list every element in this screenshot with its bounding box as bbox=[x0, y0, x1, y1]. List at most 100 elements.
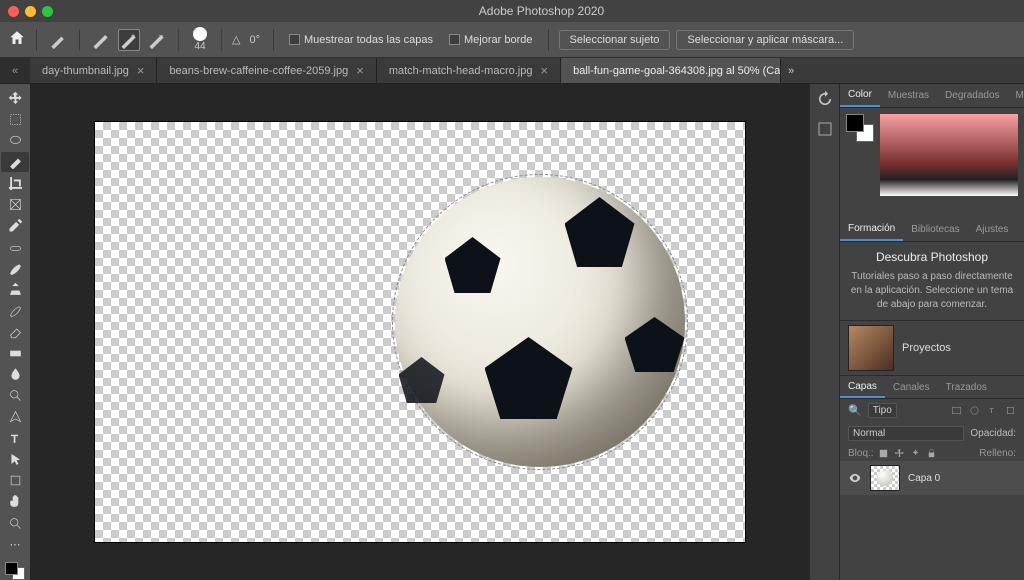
color-panel bbox=[840, 108, 1024, 218]
quick-selection-tool-icon[interactable] bbox=[1, 152, 29, 172]
title-bar: Adobe Photoshop 2020 bbox=[0, 0, 1024, 22]
layer-row[interactable]: Capa 0 bbox=[840, 461, 1024, 495]
filter-type-icon[interactable]: T bbox=[986, 405, 998, 417]
brush-disc-icon bbox=[193, 27, 207, 41]
zoom-tool-icon[interactable] bbox=[1, 513, 29, 533]
lock-pixels-icon[interactable] bbox=[878, 447, 890, 459]
close-icon[interactable]: × bbox=[356, 63, 364, 78]
fill-label: Relleno: bbox=[979, 448, 1016, 459]
select-subject-button[interactable]: Seleccionar sujeto bbox=[559, 30, 671, 50]
separator bbox=[273, 29, 274, 51]
history-panel-icon[interactable] bbox=[816, 90, 834, 108]
type-tool-icon[interactable]: T bbox=[1, 428, 29, 448]
lock-nested-icon[interactable]: ✦ bbox=[910, 447, 922, 459]
enhance-edge-checkbox[interactable]: Mejorar borde bbox=[449, 34, 532, 46]
sample-all-layers-checkbox[interactable]: Muestrear todas las capas bbox=[289, 34, 433, 46]
proyectos-thumb bbox=[848, 325, 894, 371]
filter-adjust-icon[interactable] bbox=[968, 405, 980, 417]
close-window-icon[interactable] bbox=[8, 6, 19, 17]
close-icon[interactable]: × bbox=[137, 63, 145, 78]
tab-color[interactable]: Color bbox=[840, 84, 880, 107]
clone-stamp-tool-icon[interactable] bbox=[1, 279, 29, 299]
panels-column: Color Muestras Degradados Motiv Formació… bbox=[839, 84, 1024, 580]
panel-fg-bg-swatch[interactable] bbox=[846, 114, 874, 142]
document-canvas[interactable] bbox=[95, 122, 745, 542]
eyedropper-tool-icon[interactable] bbox=[1, 216, 29, 236]
blend-mode-select[interactable]: Normal bbox=[848, 426, 964, 441]
add-selection-icon[interactable]: + bbox=[118, 29, 140, 51]
tab-ajustes[interactable]: Ajustes bbox=[968, 218, 1017, 241]
shape-tool-icon[interactable] bbox=[1, 471, 29, 491]
path-selection-tool-icon[interactable] bbox=[1, 449, 29, 469]
dodge-tool-icon[interactable] bbox=[1, 386, 29, 406]
more-tools-icon[interactable]: ⋯ bbox=[1, 534, 29, 554]
collapsed-panel-strip bbox=[809, 84, 839, 580]
blur-tool-icon[interactable] bbox=[1, 364, 29, 384]
frame-tool-icon[interactable] bbox=[1, 194, 29, 214]
tab-degradados[interactable]: Degradados bbox=[937, 84, 1007, 107]
tool-preset-icon[interactable] bbox=[47, 29, 69, 51]
home-icon[interactable] bbox=[8, 29, 26, 50]
hand-tool-icon[interactable] bbox=[1, 492, 29, 512]
doc-tab-0[interactable]: day-thumbnail.jpg× bbox=[30, 58, 157, 83]
tab-capas[interactable]: Capas bbox=[840, 376, 885, 398]
separator bbox=[221, 29, 222, 51]
foreground-color-icon[interactable] bbox=[5, 562, 18, 575]
select-and-mask-button[interactable]: Seleccionar y aplicar máscara... bbox=[676, 30, 854, 50]
filter-shape-icon[interactable] bbox=[1004, 405, 1016, 417]
proyectos-row[interactable]: Proyectos bbox=[840, 320, 1024, 375]
close-icon[interactable]: × bbox=[540, 63, 548, 78]
app-title: Adobe Photoshop 2020 bbox=[59, 4, 1024, 18]
learn-body: Tutoriales paso a paso directamente en l… bbox=[848, 270, 1016, 312]
properties-panel-icon[interactable] bbox=[816, 120, 834, 138]
lock-position-icon[interactable] bbox=[894, 447, 906, 459]
svg-text:+: + bbox=[131, 30, 136, 40]
svg-text:T: T bbox=[11, 433, 18, 445]
layer-name[interactable]: Capa 0 bbox=[908, 473, 940, 484]
history-brush-tool-icon[interactable] bbox=[1, 301, 29, 321]
minimize-window-icon[interactable] bbox=[25, 6, 36, 17]
move-tool-icon[interactable] bbox=[1, 88, 29, 108]
new-selection-icon[interactable] bbox=[90, 29, 112, 51]
brush-preview[interactable]: 44 bbox=[193, 27, 207, 52]
visibility-eye-icon[interactable] bbox=[848, 471, 862, 485]
tab-bibliotecas[interactable]: Bibliotecas bbox=[903, 218, 967, 241]
separator bbox=[178, 29, 179, 51]
filter-image-icon[interactable] bbox=[950, 405, 962, 417]
angle-icon: △ bbox=[232, 33, 240, 46]
pen-tool-icon[interactable] bbox=[1, 407, 29, 427]
toolbox: T ⋯ bbox=[0, 84, 30, 580]
soccer-ball-image bbox=[395, 177, 685, 467]
eraser-tool-icon[interactable] bbox=[1, 322, 29, 342]
color-swatches[interactable] bbox=[5, 562, 25, 580]
layer-thumbnail[interactable] bbox=[870, 465, 900, 491]
maximize-window-icon[interactable] bbox=[42, 6, 53, 17]
healing-brush-tool-icon[interactable] bbox=[1, 237, 29, 257]
lasso-tool-icon[interactable] bbox=[1, 131, 29, 151]
lock-all-icon[interactable] bbox=[926, 447, 938, 459]
doc-tab-3[interactable]: ball-fun-game-goal-364308.jpg al 50% (Ca… bbox=[561, 58, 781, 83]
color-spectrum[interactable] bbox=[880, 114, 1018, 196]
subtract-selection-icon[interactable]: − bbox=[146, 29, 168, 51]
gradient-tool-icon[interactable] bbox=[1, 343, 29, 363]
tab-muestras[interactable]: Muestras bbox=[880, 84, 937, 107]
filter-type-select[interactable]: Tipo bbox=[868, 403, 897, 418]
tab-formacion[interactable]: Formación bbox=[840, 218, 903, 241]
brush-tool-icon[interactable] bbox=[1, 258, 29, 278]
scroll-tabs-right-icon[interactable]: » bbox=[781, 58, 801, 83]
tab-trazados[interactable]: Trazados bbox=[938, 376, 995, 398]
scroll-tabs-left-icon[interactable]: « bbox=[0, 58, 30, 83]
brush-size-value: 44 bbox=[194, 41, 205, 52]
doc-tab-1[interactable]: beans-brew-caffeine-coffee-2059.jpg× bbox=[157, 58, 376, 83]
doc-tab-2[interactable]: match-match-head-macro.jpg× bbox=[377, 58, 561, 83]
separator bbox=[79, 29, 80, 51]
angle-value[interactable]: 0° bbox=[249, 34, 260, 46]
tab-motivos[interactable]: Motiv bbox=[1008, 84, 1024, 107]
layer-filter-row: 🔍 Tipo T bbox=[840, 399, 1024, 422]
crop-tool-icon[interactable] bbox=[1, 173, 29, 193]
tab-canales[interactable]: Canales bbox=[885, 376, 938, 398]
separator bbox=[548, 29, 549, 51]
canvas-area[interactable] bbox=[30, 84, 809, 580]
marquee-tool-icon[interactable] bbox=[1, 109, 29, 129]
options-bar: + − 44 △ 0° Muestrear todas las capas Me… bbox=[0, 22, 1024, 58]
